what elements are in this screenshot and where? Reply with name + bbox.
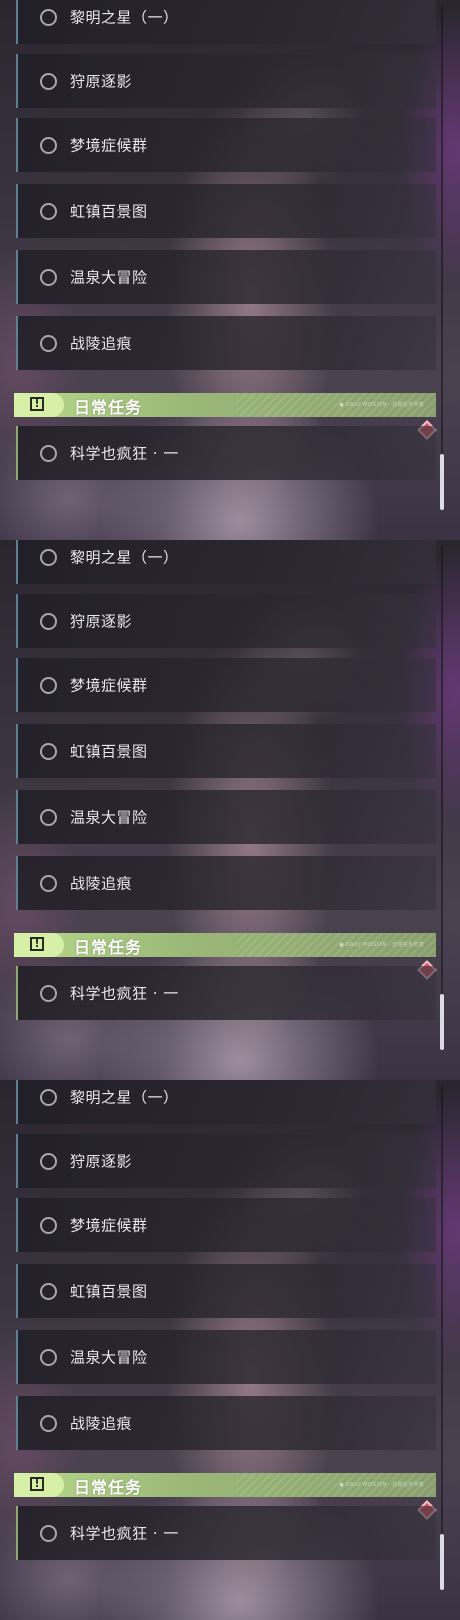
quest-label: 战陵追痕 [70, 1414, 133, 1433]
circle-outline-icon [40, 612, 57, 630]
quest-row[interactable]: 温泉大冒险 [16, 250, 436, 304]
quest-row[interactable]: 战陵追痕 [16, 1396, 436, 1450]
quest-label: 梦境症候群 [70, 136, 148, 155]
section-icon-badge: ! [14, 933, 64, 957]
quest-row[interactable]: 狩原逐影 [16, 1134, 436, 1188]
circle-outline-icon [40, 808, 57, 826]
quest-label: 梦境症候群 [70, 676, 148, 695]
quest-row[interactable]: 梦境症候群 [16, 118, 436, 172]
quest-row[interactable]: 温泉大冒险 [16, 790, 436, 844]
exclamation-box-icon: ! [30, 937, 44, 951]
quest-row[interactable]: 狩原逐影 [16, 54, 436, 108]
circle-outline-icon [40, 334, 57, 352]
quest-label: 虹镇百景图 [70, 1282, 148, 1301]
section-subtext: ● DAILY MISSION · 日常任务列表 [339, 942, 424, 948]
quest-label: 狩原逐影 [70, 612, 133, 631]
scrollbar-track[interactable] [441, 6, 443, 506]
circle-outline-icon [40, 984, 57, 1002]
daily-quest-row[interactable]: 科学也疯狂 · 一 [16, 966, 436, 1020]
exclamation-box-icon: ! [30, 397, 44, 411]
quest-label: 科学也疯狂 · 一 [70, 984, 179, 1003]
quest-label: 梦境症候群 [70, 1216, 148, 1235]
quest-label: 狩原逐影 [70, 1152, 133, 1171]
circle-outline-icon [40, 202, 57, 220]
section-subtext: ● DAILY MISSION · 日常任务列表 [339, 1482, 424, 1488]
quest-row[interactable]: 梦境症候群 [16, 1198, 436, 1252]
section-title: 日常任务 [74, 938, 143, 957]
quest-label: 虹镇百景图 [70, 202, 148, 221]
quest-row[interactable]: 狩原逐影 [16, 594, 436, 648]
quest-label: 黎明之星（一） [70, 548, 179, 567]
daily-section-header[interactable]: ! 日常任务 ● DAILY MISSION · 日常任务列表 [14, 393, 436, 417]
circle-outline-icon [40, 1414, 57, 1432]
quest-label: 战陵追痕 [70, 874, 133, 893]
quest-row[interactable]: 虹镇百景图 [16, 184, 436, 238]
quest-label: 黎明之星（一） [70, 1088, 179, 1107]
quest-row[interactable]: 梦境症候群 [16, 658, 436, 712]
quest-label: 科学也疯狂 · 一 [70, 1524, 179, 1543]
quest-row[interactable]: 战陵追痕 [16, 856, 436, 910]
scrollbar-thumb[interactable] [440, 994, 444, 1050]
quest-label: 温泉大冒险 [70, 808, 148, 827]
circle-outline-icon [40, 1152, 57, 1170]
quest-label: 科学也疯狂 · 一 [70, 444, 179, 463]
circle-outline-icon [40, 72, 57, 90]
circle-outline-icon [40, 548, 57, 566]
circle-outline-icon [40, 742, 57, 760]
quest-row[interactable]: 战陵追痕 [16, 316, 436, 370]
quest-label: 温泉大冒险 [70, 1348, 148, 1367]
section-icon-badge: ! [14, 1473, 64, 1497]
scrollbar-track[interactable] [441, 1086, 443, 1586]
circle-outline-icon [40, 1348, 57, 1366]
scrollbar-thumb[interactable] [440, 1534, 444, 1590]
daily-quest-row[interactable]: 科学也疯狂 · 一 [16, 426, 436, 480]
quest-row[interactable]: 黎明之星（一） [16, 1080, 436, 1124]
circle-outline-icon [40, 268, 57, 286]
quest-label: 黎明之星（一） [70, 8, 179, 27]
quest-row[interactable]: 黎明之星（一） [16, 0, 436, 44]
circle-outline-icon [40, 1088, 57, 1106]
quest-row[interactable]: 虹镇百景图 [16, 724, 436, 778]
daily-quest-row[interactable]: 科学也疯狂 · 一 [16, 1506, 436, 1560]
scrollbar-thumb[interactable] [440, 454, 444, 510]
quest-label: 战陵追痕 [70, 334, 133, 353]
daily-section-header[interactable]: ! 日常任务 ● DAILY MISSION · 日常任务列表 [14, 933, 436, 957]
circle-outline-icon [40, 444, 57, 462]
circle-outline-icon [40, 1282, 57, 1300]
circle-outline-icon [40, 1216, 57, 1234]
quest-row[interactable]: 温泉大冒险 [16, 1330, 436, 1384]
scrollbar-track[interactable] [441, 546, 443, 1046]
section-title: 日常任务 [74, 1478, 143, 1497]
section-icon-badge: ! [14, 393, 64, 417]
circle-outline-icon [40, 8, 57, 26]
daily-section-header[interactable]: ! 日常任务 ● DAILY MISSION · 日常任务列表 [14, 1473, 436, 1497]
quest-panel: 黎明之星（一） 狩原逐影 梦境症候群 虹镇百景图 温泉大冒险 战陵追痕 ! 日常 [0, 540, 460, 1080]
quest-row[interactable]: 虹镇百景图 [16, 1264, 436, 1318]
quest-panel: 黎明之星（一） 狩原逐影 梦境症候群 虹镇百景图 温泉大冒险 战陵追痕 ! 日常 [0, 0, 460, 540]
circle-outline-icon [40, 676, 57, 694]
quest-label: 虹镇百景图 [70, 742, 148, 761]
quest-label: 狩原逐影 [70, 72, 133, 91]
circle-outline-icon [40, 874, 57, 892]
quest-panel: 黎明之星（一） 狩原逐影 梦境症候群 虹镇百景图 温泉大冒险 战陵追痕 ! 日常 [0, 1080, 460, 1620]
section-title: 日常任务 [74, 398, 143, 417]
circle-outline-icon [40, 136, 57, 154]
section-subtext: ● DAILY MISSION · 日常任务列表 [339, 402, 424, 408]
quest-list-screenshot: 黎明之星（一） 狩原逐影 梦境症候群 虹镇百景图 温泉大冒险 战陵追痕 ! 日常 [0, 0, 460, 1620]
quest-row[interactable]: 黎明之星（一） [16, 540, 436, 584]
exclamation-box-icon: ! [30, 1477, 44, 1491]
quest-label: 温泉大冒险 [70, 268, 148, 287]
circle-outline-icon [40, 1524, 57, 1542]
